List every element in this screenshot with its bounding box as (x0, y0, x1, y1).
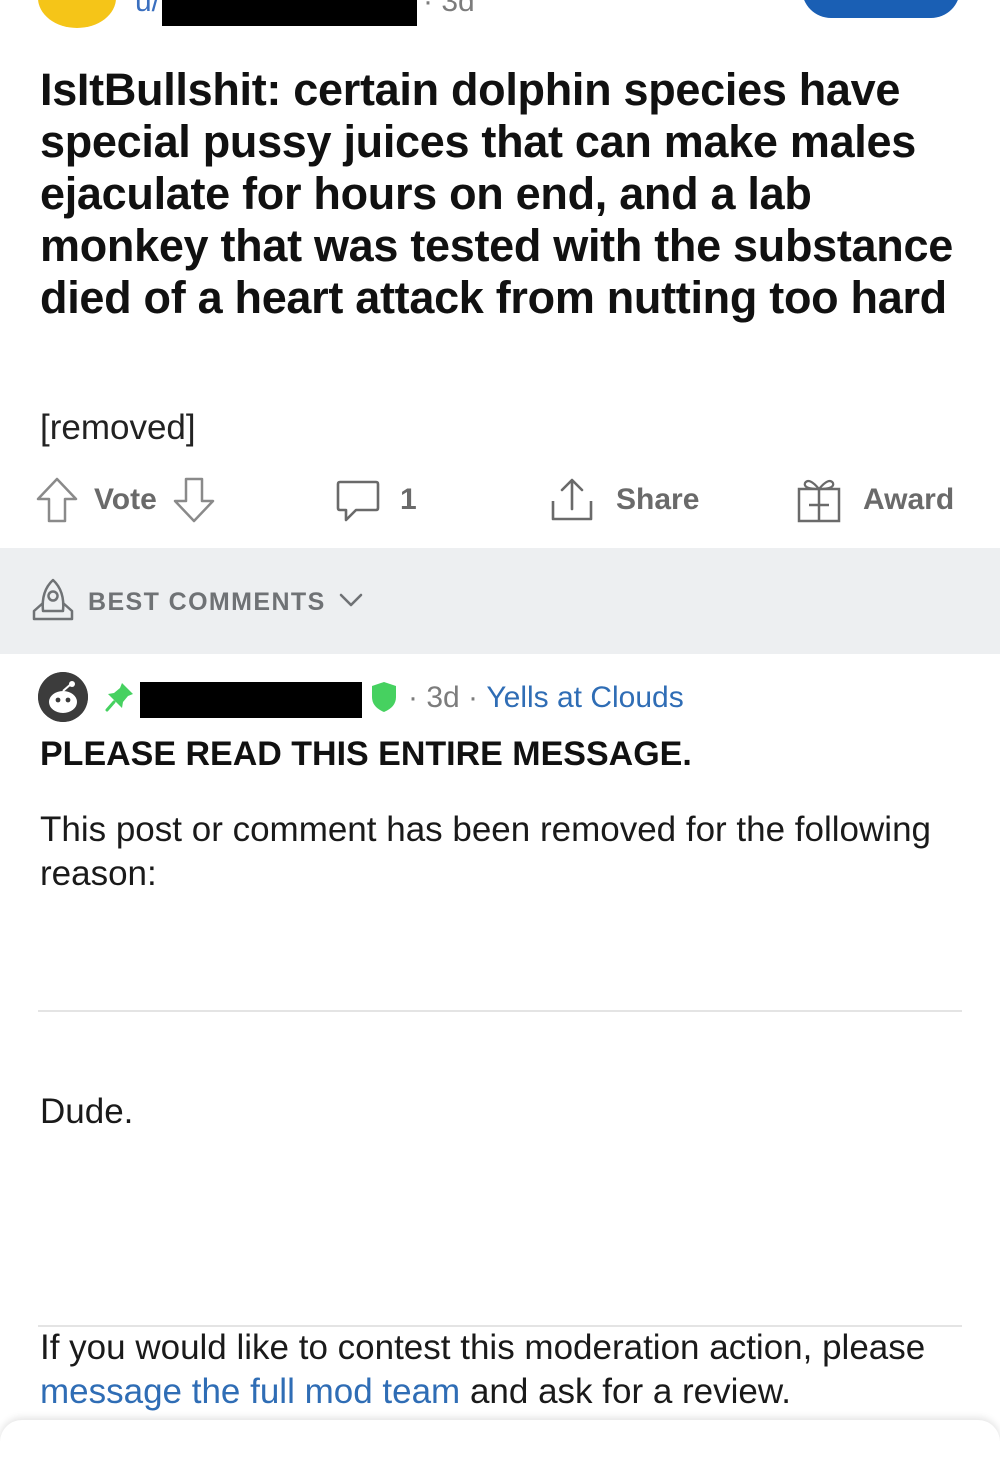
commenter-avatar[interactable] (38, 672, 88, 722)
author-prefix[interactable]: u/ (135, 0, 160, 20)
redacted-username (162, 0, 417, 26)
comment-paragraph: This post or comment has been removed fo… (40, 810, 931, 893)
comment-bubble-icon (334, 476, 382, 524)
vote-bar: Vote (34, 474, 217, 526)
bottom-sheet (0, 1420, 1000, 1460)
comment-heading: PLEASE READ THIS ENTIRE MESSAGE. (40, 735, 692, 773)
sort-label: BEST COMMENTS (88, 587, 326, 616)
contest-text: If you would like to contest this modera… (40, 1328, 926, 1411)
redacted-commenter-name (140, 682, 362, 718)
comment-age: 3d (426, 681, 460, 714)
comments-button[interactable]: 1 (334, 474, 417, 526)
moderator-shield-icon (370, 680, 398, 719)
rocket-icon (30, 577, 76, 628)
downvote-icon[interactable] (171, 475, 217, 525)
sort-dropdown[interactable]: BEST COMMENTS (30, 575, 364, 629)
message-mod-team-link[interactable]: message the full mod team (40, 1372, 460, 1411)
award-label: Award (863, 483, 955, 516)
award-button[interactable]: Award (795, 474, 954, 526)
upvote-icon[interactable] (34, 475, 80, 525)
subreddit-avatar[interactable] (38, 0, 116, 28)
divider (38, 1010, 962, 1012)
comment-meta: · 3d · Yells at Clouds (408, 681, 684, 714)
share-label: Share (616, 483, 700, 516)
vote-label: Vote (94, 483, 157, 516)
share-button[interactable]: Share (548, 474, 699, 526)
join-button[interactable] (802, 0, 960, 18)
post-title: IsItBullshit: certain dolphin species ha… (40, 64, 953, 323)
post-age: · 3d (423, 0, 475, 18)
chevron-down-icon (338, 591, 364, 614)
comment-count: 1 (400, 483, 417, 516)
pin-icon (104, 680, 136, 719)
removal-reason: Dude. (40, 1092, 134, 1131)
gift-icon (795, 475, 843, 525)
user-flair: Yells at Clouds (486, 681, 684, 714)
share-icon (548, 475, 596, 525)
post-body: [removed] (40, 408, 196, 447)
